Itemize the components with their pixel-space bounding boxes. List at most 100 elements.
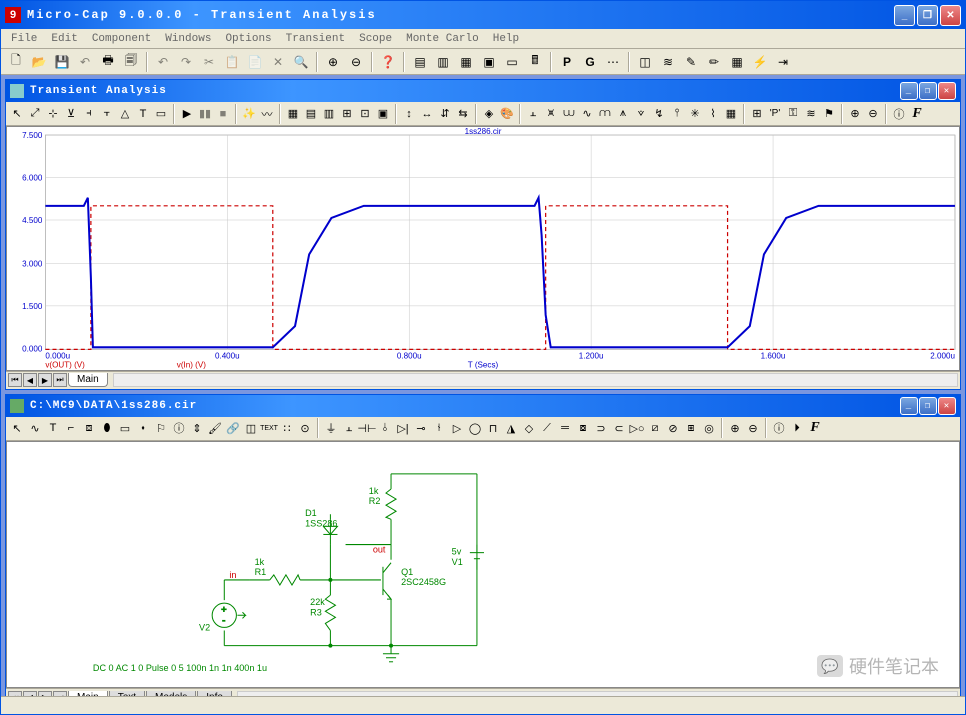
tab-first-icon[interactable]: ⏮: [8, 373, 22, 387]
scale-icon[interactable]: ⤢: [26, 104, 44, 124]
gnd-icon[interactable]: ⏚: [322, 418, 340, 438]
menu-file[interactable]: File: [5, 31, 43, 46]
tl-icon[interactable]: ═: [556, 418, 574, 438]
p10-icon[interactable]: ✳: [686, 104, 704, 124]
tile-v-icon[interactable]: ▥: [432, 51, 454, 73]
info-icon[interactable]: ⓘ: [890, 104, 908, 124]
transient-close-button[interactable]: ✕: [938, 82, 956, 100]
graph6-icon[interactable]: ⚡: [749, 51, 771, 73]
open-icon[interactable]: 📂: [28, 51, 50, 73]
copy-icon[interactable]: 📋: [221, 51, 243, 73]
overlap-icon[interactable]: ▣: [478, 51, 500, 73]
menu-help[interactable]: Help: [487, 31, 525, 46]
cursor2-icon[interactable]: ⊻: [62, 104, 80, 124]
xf-icon[interactable]: ⧇: [574, 418, 592, 438]
transient-maximize-button[interactable]: ❐: [919, 82, 937, 100]
output-icon[interactable]: 🗐: [120, 51, 142, 73]
print-icon[interactable]: 🖶: [97, 51, 119, 73]
close-button[interactable]: ✕: [940, 5, 961, 26]
calc-icon[interactable]: 🖩: [524, 51, 546, 73]
graph3-icon[interactable]: ✎: [680, 51, 702, 73]
region-icon[interactable]: ◫: [242, 418, 260, 438]
schematic-maximize-button[interactable]: ❐: [919, 397, 937, 415]
grid-icon[interactable]: ∷: [278, 418, 296, 438]
key-icon[interactable]: ⚿: [784, 104, 802, 124]
minimize-button[interactable]: _: [894, 5, 915, 26]
bus-icon[interactable]: ⧈: [80, 418, 98, 438]
tab-next-icon[interactable]: ▶: [38, 373, 52, 387]
grid3-icon[interactable]: ▥: [320, 104, 338, 124]
menu-edit[interactable]: Edit: [45, 31, 83, 46]
env-icon[interactable]: ≋: [802, 104, 820, 124]
tab-prev-icon[interactable]: ◀: [23, 373, 37, 387]
zoomin-icon[interactable]: ⊕: [322, 51, 344, 73]
graph2-icon[interactable]: ≋: [657, 51, 679, 73]
schematic-close-button[interactable]: ✕: [938, 397, 956, 415]
menu-scope[interactable]: Scope: [353, 31, 398, 46]
a3-icon[interactable]: ⧆: [682, 418, 700, 438]
cascade-icon[interactable]: ▦: [455, 51, 477, 73]
graph1-icon[interactable]: ◫: [634, 51, 656, 73]
wire2-icon[interactable]: ⌐: [62, 418, 80, 438]
wand-icon[interactable]: ✨: [240, 104, 258, 124]
pp-icon[interactable]: 'P': [766, 104, 784, 124]
info3-icon[interactable]: ⓘ: [770, 418, 788, 438]
stepping-icon[interactable]: ⋯: [602, 51, 624, 73]
a4-icon[interactable]: ◎: [700, 418, 718, 438]
txtbox-icon[interactable]: TEXT: [260, 418, 278, 438]
pause-icon[interactable]: ▮▮: [196, 104, 214, 124]
link-icon[interactable]: 🔗: [224, 418, 242, 438]
not-icon[interactable]: ▷○: [628, 418, 646, 438]
undo-icon[interactable]: ↶: [152, 51, 174, 73]
vpulse-icon[interactable]: ⊓: [484, 418, 502, 438]
drag-icon[interactable]: ⇕: [188, 418, 206, 438]
table-icon[interactable]: ⊞: [748, 104, 766, 124]
or-icon[interactable]: ⊂: [610, 418, 628, 438]
comp-icon[interactable]: ⬮: [98, 418, 116, 438]
m4-icon[interactable]: ⇆: [454, 104, 472, 124]
m2-icon[interactable]: ↔: [418, 104, 436, 124]
and-icon[interactable]: ⊃: [592, 418, 610, 438]
grid2-icon[interactable]: ▤: [302, 104, 320, 124]
find-icon[interactable]: 🔍: [290, 51, 312, 73]
npn-icon[interactable]: ⊸: [412, 418, 430, 438]
marker-icon[interactable]: ◈: [480, 104, 498, 124]
p1-icon[interactable]: ⫠: [524, 104, 542, 124]
op-icon[interactable]: ▷: [448, 418, 466, 438]
cut-icon[interactable]: ✂: [198, 51, 220, 73]
cursor1-icon[interactable]: ⊹: [44, 104, 62, 124]
menu-transient[interactable]: Transient: [280, 31, 351, 46]
arrow-icon[interactable]: ↖: [8, 104, 26, 124]
graph-pane[interactable]: 1ss286.cir: [6, 126, 960, 371]
p2-icon[interactable]: ⩙: [542, 104, 560, 124]
dep-icon[interactable]: ◇: [520, 418, 538, 438]
redo-icon[interactable]: ↷: [175, 51, 197, 73]
text-icon[interactable]: T: [134, 104, 152, 124]
maximize-button[interactable]: ❐: [917, 5, 938, 26]
zin-icon[interactable]: ⊕: [846, 104, 864, 124]
sw-icon[interactable]: ⟋: [538, 418, 556, 438]
select-icon[interactable]: ↖: [8, 418, 26, 438]
p4-icon[interactable]: ∿: [578, 104, 596, 124]
text2-icon[interactable]: T: [44, 418, 62, 438]
grid6-icon[interactable]: ▣: [374, 104, 392, 124]
grid1-icon[interactable]: ▦: [284, 104, 302, 124]
tab-main[interactable]: Main: [68, 373, 108, 387]
paste-icon[interactable]: 📄: [244, 51, 266, 73]
info2-icon[interactable]: ⓘ: [170, 418, 188, 438]
p6-icon[interactable]: ⩚: [614, 104, 632, 124]
p9-icon[interactable]: ⫯: [668, 104, 686, 124]
menu-windows[interactable]: Windows: [159, 31, 217, 46]
cap-icon[interactable]: ⊣⊢: [358, 418, 376, 438]
revert-icon[interactable]: ↶: [74, 51, 96, 73]
tag-icon[interactable]: △: [116, 104, 134, 124]
color-icon[interactable]: 🎨: [498, 104, 516, 124]
node-icon[interactable]: ⊙: [296, 418, 314, 438]
tab-last-icon[interactable]: ⏭: [53, 373, 67, 387]
a1-icon[interactable]: ⧄: [646, 418, 664, 438]
p7-icon[interactable]: ⟇: [632, 104, 650, 124]
hscroll[interactable]: [113, 373, 958, 387]
box2-icon[interactable]: ▭: [116, 418, 134, 438]
exit-icon[interactable]: ⇥: [772, 51, 794, 73]
grid5-icon[interactable]: ⊡: [356, 104, 374, 124]
